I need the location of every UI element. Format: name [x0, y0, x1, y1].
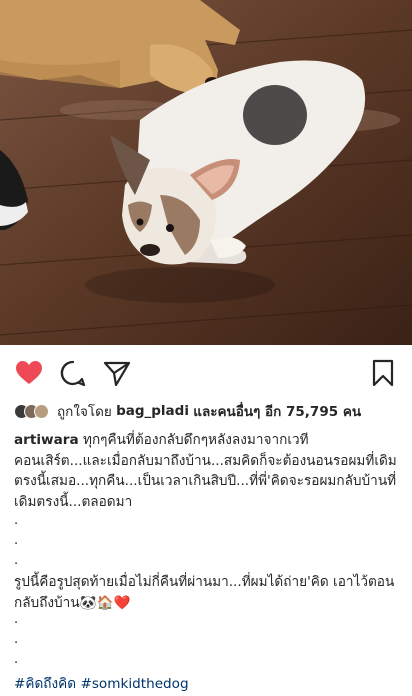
hashtag-link[interactable]: #คิดถึงคิด	[14, 676, 76, 692]
dogs-photo-illustration	[0, 0, 412, 345]
likes-count[interactable]: และคนอื่นๆ อีก 75,795 คน	[193, 400, 361, 422]
caption-dot: .	[14, 632, 19, 647]
author-username[interactable]: artiwara	[14, 432, 79, 448]
post-photo[interactable]	[0, 0, 412, 345]
likes-prefix: ถูกใจโดย	[57, 404, 112, 420]
caption-dot: .	[14, 652, 19, 667]
hashtag-link[interactable]: #somkidthedog	[80, 676, 188, 692]
liker-avatars	[14, 403, 49, 419]
heart-filled-icon[interactable]	[14, 358, 44, 388]
avatar	[34, 403, 49, 419]
caption-dot: .	[14, 612, 19, 627]
hashtags: #คิดถึงคิด #somkidthedog	[14, 672, 189, 694]
paper-plane-icon[interactable]	[102, 358, 132, 388]
liked-by-username[interactable]: bag_pladi	[116, 403, 189, 419]
caption-text-2: รูปนี้คือรูปสุดท้ายเมื่อไม่กี่คืนที่ผ่าน…	[14, 574, 395, 611]
comment-bubble-icon[interactable]	[58, 358, 88, 388]
caption-dot: .	[14, 553, 19, 568]
likes-summary[interactable]: ถูกใจโดย bag_pladi และคนอื่นๆ อีก 75,795…	[14, 400, 361, 422]
bookmark-icon[interactable]	[368, 358, 398, 388]
caption-dot: .	[14, 533, 19, 548]
caption-dot: .	[14, 513, 19, 528]
post-caption: artiwara ทุกๆคืนที่ต้องกลับดึกๆหลังลงมาจ…	[14, 430, 399, 512]
post-action-bar	[0, 345, 412, 399]
